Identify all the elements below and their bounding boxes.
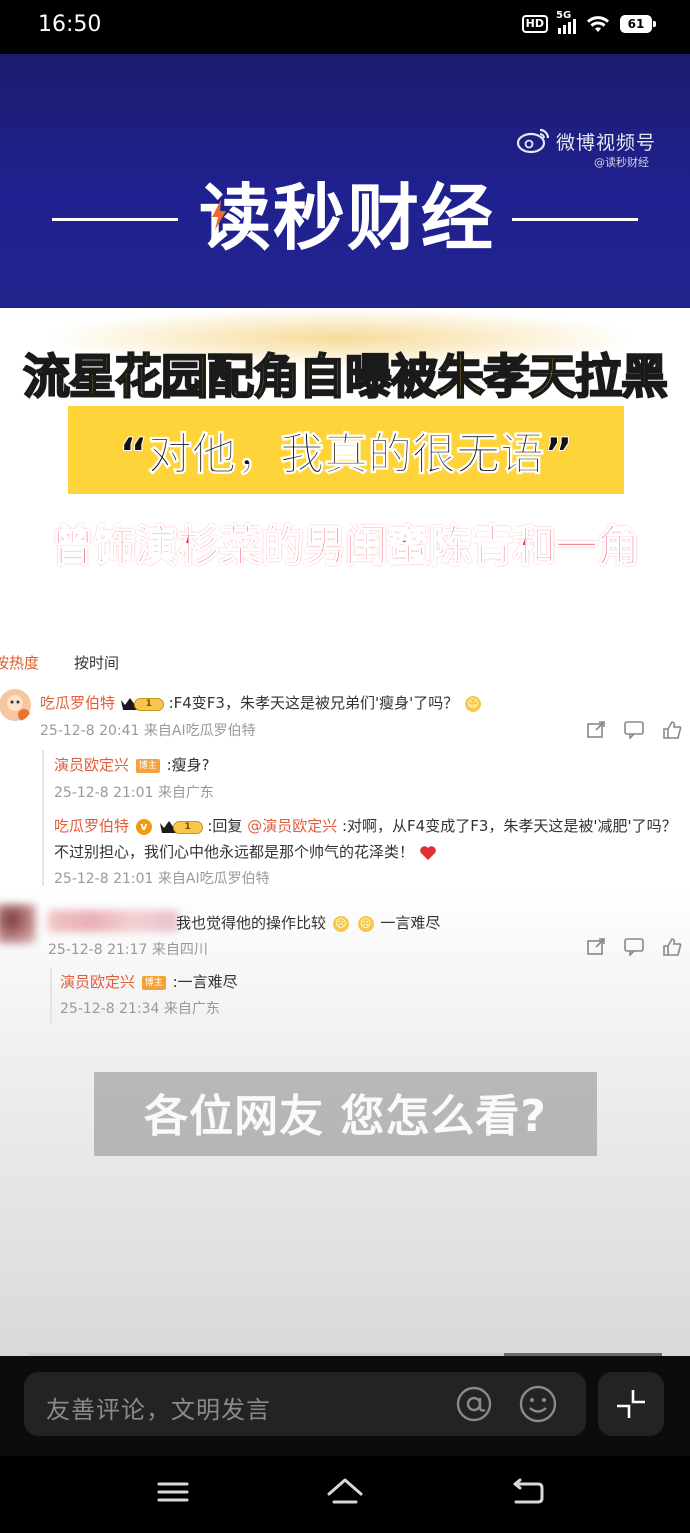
vip-level: 1 [172,820,203,834]
reply-meta: 25-12-8 21:01 来自AI吃瓜罗伯特 [54,871,270,887]
blogger-tag: 博主 [141,975,166,990]
reply-divider [50,968,52,1024]
brand-title: 读秒财经 [198,176,495,260]
share-icon[interactable] [586,721,606,739]
reply-username: 演员欧定兴 [54,756,130,774]
plus-icon [617,1390,645,1418]
sort-by-hot: 按热度 [0,654,40,672]
comment-input-bar: 友善评论，文明发言 [0,1356,690,1456]
emoji-icon[interactable] [518,1384,558,1424]
vip-badge: 1 [120,696,164,712]
brand-divider-left [52,218,178,221]
reply-text: :瘦身? [166,756,210,774]
avatar [0,904,36,944]
verified-icon: v [135,818,152,835]
reply-username: 演员欧定兴 [60,973,136,991]
reply-mention[interactable]: @演员欧定兴 [247,817,337,835]
at-icon[interactable] [454,1384,494,1424]
comment-placeholder: 友善评论，文明发言 [46,1396,271,1424]
like-icon[interactable] [662,721,682,739]
avatar [0,689,31,721]
comment-username: 吃瓜罗伯特 [40,694,116,712]
headline-main: 流星花园配角自曝被朱孝天拉黑 [22,349,669,406]
channel-handle: @读秒财经 [594,156,649,169]
wifi-icon [587,16,609,32]
comment-text: 我也觉得他的操作比较 [176,914,327,932]
comment-icon[interactable] [624,721,644,739]
comment-1-line: 吃瓜罗伯特 1 :F4变F3，朱孝天这是被兄弟们'瘦身'了吗？ ☺ [40,692,483,713]
reply-meta: 25-12-8 21:01 来自广东 [54,785,214,801]
status-time: 16:50 [38,12,102,37]
reply-text: :一言难尽 [172,973,238,991]
headline-quote: “对他，我真的很无语” [119,429,574,481]
comment-text: :F4变F3，朱孝天这是被兄弟们'瘦身'了吗？ [168,694,459,712]
comment-meta: 25-12-8 20:41 来自AI吃瓜罗伯特 [40,723,256,739]
reply-1-line: 演员欧定兴 博主 :瘦身? [54,754,210,775]
status-bar: 16:50 HD 5G 61 [0,0,690,54]
heart-icon [419,845,436,860]
reply-2-line-2: 不过别担心，我们心中他永远都是那个帅气的花泽类！ [54,841,437,862]
reply-divider [42,750,44,886]
emoji-cry-icon: ☹ [332,915,349,932]
comment-meta: 25-12-8 21:17 来自四川 [48,942,208,958]
brand-divider-right [512,218,638,221]
emoji-smile-icon: ☺ [465,695,482,712]
question-caption: 各位网友 您怎么看? [144,1091,547,1142]
back-icon[interactable] [508,1474,548,1510]
comment-input[interactable]: 友善评论，文明发言 [24,1372,586,1436]
reply-prefix: :回复 [207,817,243,835]
platform-name: 微博视频号 [556,132,657,154]
comment-2-line: 我也觉得他的操作比较 ☹ ☹ 一言难尽 [176,912,440,933]
weibo-icon [516,128,550,154]
share-icon[interactable] [586,938,606,956]
comment-text-tail: 一言难尽 [380,914,441,932]
reply-text: :对啊，从F4变成了F3，朱孝天这是被'减肥'了吗？ [342,817,677,835]
reply-3-line: 演员欧定兴 博主 :一言难尽 [60,971,238,992]
hd-badge: HD [521,15,548,33]
video-banner: 微博视频号 @读秒财经 读秒财经 [0,54,690,308]
comment-2-actions [586,938,682,956]
emoji-cry-icon: ☹ [357,915,374,932]
network-type: 5G [556,10,572,21]
status-indicators: HD 5G 61 [521,10,656,34]
battery-indicator: 61 [620,15,656,33]
blogger-tag: 博主 [135,758,160,773]
comment-username-blurred [48,910,178,932]
vip-badge: 1 [159,819,203,835]
vip-level: 1 [133,697,164,711]
reply-text-continued: 不过别担心，我们心中他永远都是那个帅气的花泽类！ [54,843,415,861]
system-nav-bar [0,1456,690,1533]
headline-sub: 曾饰演杉菜的男闺蜜陈青和一角 [50,521,641,573]
reply-username: 吃瓜罗伯特 [54,817,130,835]
like-icon[interactable] [662,938,682,956]
more-button[interactable] [598,1372,664,1436]
cellular-signal-icon: 5G [556,10,576,34]
sort-by-time: 按时间 [74,654,120,672]
menu-icon[interactable] [153,1474,193,1510]
home-icon[interactable] [325,1474,365,1510]
lightning-icon [212,200,226,230]
comment-icon[interactable] [624,938,644,956]
comment-1-actions [586,721,682,739]
reply-meta: 25-12-8 21:34 来自广东 [60,1001,220,1017]
video-content[interactable]: 流星花园配角自曝被朱孝天拉黑 “对他，我真的很无语” 曾饰演杉菜的男闺蜜陈青和一… [0,308,690,1357]
reply-2-line: 吃瓜罗伯特 v 1 :回复 @演员欧定兴 :对啊，从F4变成了F3，朱孝天这是被… [54,815,677,836]
